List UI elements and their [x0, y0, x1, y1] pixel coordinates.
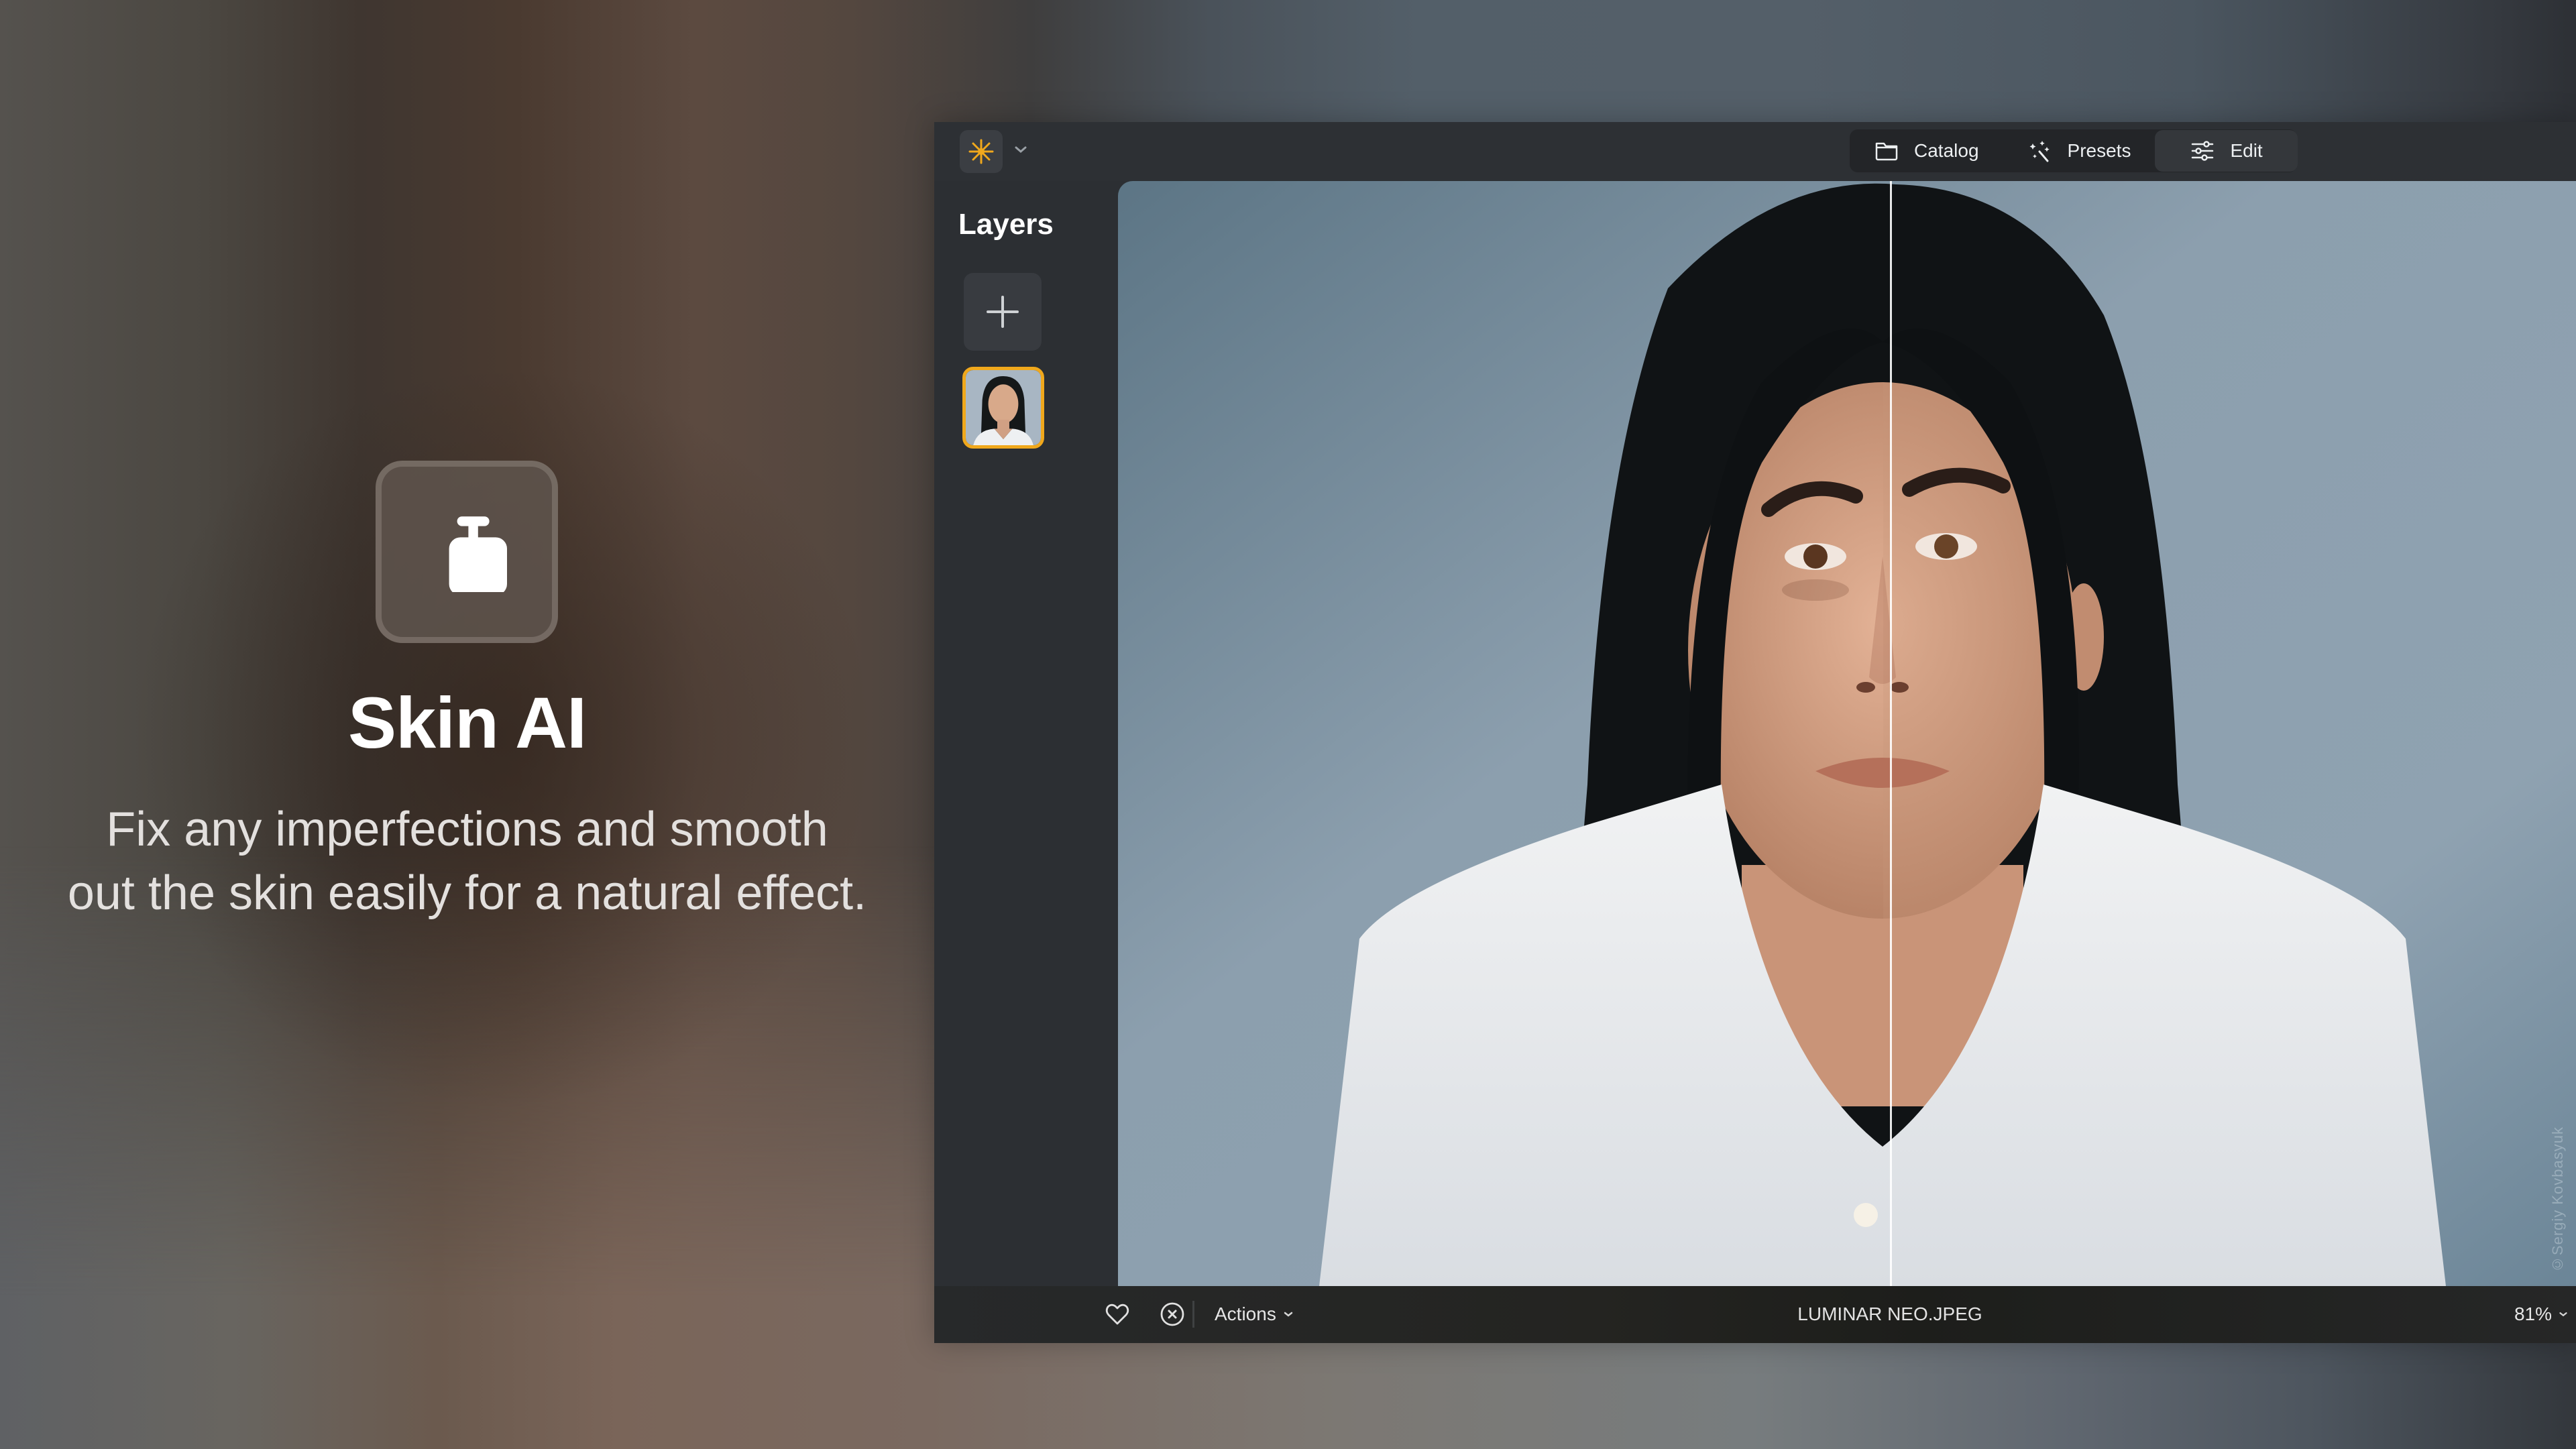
tab-edit[interactable]: Edit — [2155, 130, 2298, 172]
tab-catalog[interactable]: Catalog — [1850, 129, 2003, 172]
before-after-divider[interactable] — [1890, 181, 1893, 1286]
mode-switcher: Catalog Presets Edit — [1850, 129, 2298, 172]
tab-presets-label: Presets — [2067, 140, 2131, 161]
feature-icon-tile — [376, 461, 558, 643]
tab-edit-label: Edit — [2230, 140, 2263, 161]
layer-thumbnail[interactable] — [962, 367, 1044, 449]
zoom-dropdown[interactable]: 81% — [2514, 1303, 2569, 1325]
sliders-icon — [2192, 141, 2214, 161]
file-name: LUMINAR NEO.JPEG — [1797, 1303, 1982, 1324]
tab-catalog-label: Catalog — [1914, 140, 1979, 161]
folder-icon — [1875, 142, 1898, 161]
feature-description: Fix any imperfections and smooth out the… — [67, 803, 867, 920]
plus-icon — [987, 296, 1019, 328]
feature-title: Skin AI — [347, 682, 587, 763]
luminar-sun-icon — [968, 139, 994, 164]
chevron-down-icon[interactable] — [1012, 141, 1029, 158]
magic-wand-icon — [2029, 141, 2050, 162]
top-bar: Catalog Presets Edit — [934, 122, 2576, 181]
luminar-app-window: Catalog Presets Edit Layers ©Sergiy Kovb… — [934, 122, 2576, 1343]
bottom-bar: Actions LUMINAR NEO.JPEG 81% — [934, 1286, 2576, 1343]
chevron-down-icon — [2559, 1312, 2567, 1317]
add-layer-button[interactable] — [964, 273, 1042, 351]
feature-promo: Skin AI Fix any imperfections and smooth… — [0, 0, 934, 1449]
photo-canvas[interactable]: ©Sergiy Kovbasyuk — [1118, 181, 2576, 1286]
portrait-thumbnail-image — [966, 370, 1041, 445]
layers-title: Layers — [958, 208, 1054, 241]
app-menu-button[interactable] — [960, 130, 1003, 173]
portrait-photo — [1118, 181, 2576, 1286]
layers-panel: Layers — [934, 181, 1118, 1286]
zoom-level: 81% — [2514, 1303, 2552, 1324]
tab-presets[interactable]: Presets — [2003, 129, 2155, 172]
photo-watermark: ©Sergiy Kovbasyuk — [2549, 1126, 2566, 1273]
skin-bottle-icon — [449, 516, 507, 592]
